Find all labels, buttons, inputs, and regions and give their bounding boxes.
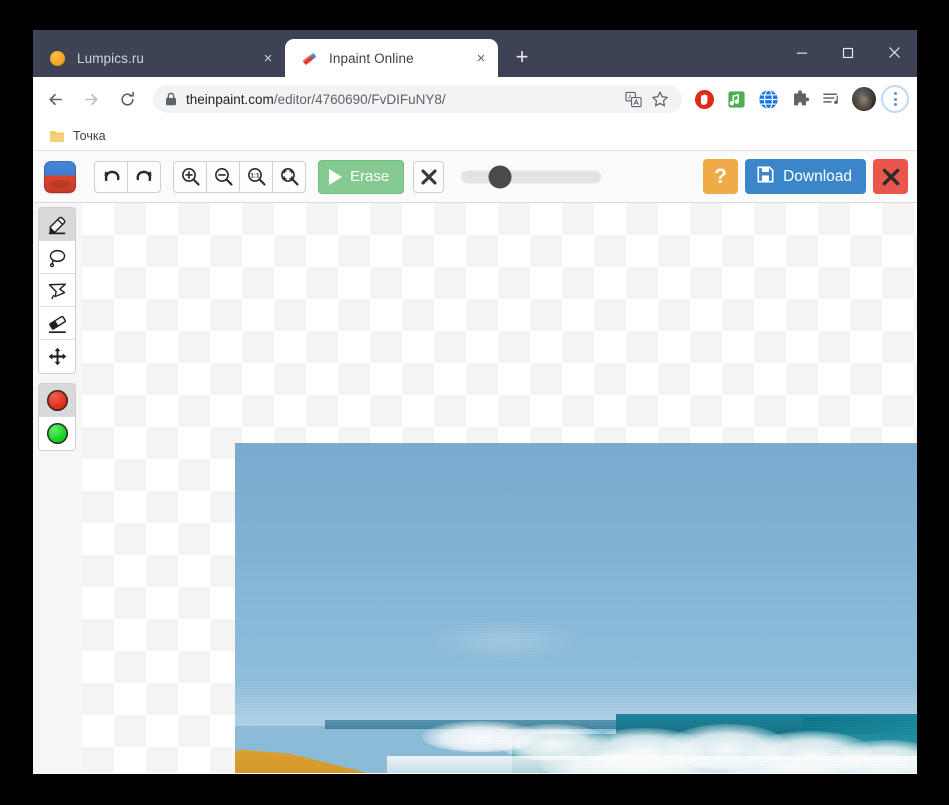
tool-rail xyxy=(38,207,76,460)
move-tool[interactable] xyxy=(39,340,75,373)
url-domain: theinpaint.com xyxy=(186,91,274,107)
bookmark-item-tochka[interactable]: Точка xyxy=(45,124,114,148)
playlist-icon[interactable] xyxy=(818,85,846,113)
zoom-out-button[interactable] xyxy=(206,160,240,193)
tool-group-primary xyxy=(38,207,76,374)
floppy-disk-icon xyxy=(756,165,775,189)
download-label: Download xyxy=(783,167,852,185)
undo-button[interactable] xyxy=(94,160,128,193)
erase-label: Erase xyxy=(350,168,390,185)
inpaint-logo xyxy=(44,160,76,193)
tab-title: Lumpics.ru xyxy=(77,50,145,66)
lasso-tool[interactable] xyxy=(39,241,75,274)
close-editor-button[interactable] xyxy=(873,159,908,194)
bookmark-label: Точка xyxy=(73,128,106,143)
eraser-tool[interactable] xyxy=(39,307,75,340)
cancel-erase-button[interactable] xyxy=(413,160,445,193)
editor-body xyxy=(33,203,917,773)
url-path: /editor/4760690/FvDIFuNY8/ xyxy=(273,91,446,107)
green-swatch[interactable] xyxy=(39,417,75,450)
zoom-button-group: 1:1 xyxy=(173,160,306,193)
url-text: theinpaint.com/editor/4760690/FvDIFuNY8/ xyxy=(186,92,620,107)
download-button[interactable]: Download xyxy=(745,159,866,194)
slider-track xyxy=(461,170,602,183)
erase-button[interactable]: Erase xyxy=(318,159,405,194)
three-dot-menu-icon[interactable] xyxy=(881,85,909,113)
canvas-area[interactable] xyxy=(82,203,917,773)
translate-icon[interactable]: A xyxy=(620,86,646,112)
window-controls xyxy=(779,30,917,75)
music-note-icon[interactable] xyxy=(722,85,750,113)
help-button[interactable]: ? xyxy=(703,159,739,194)
minimize-button[interactable] xyxy=(779,30,825,75)
folder-icon xyxy=(49,129,65,143)
green-circle-icon xyxy=(46,423,68,444)
history-button-group xyxy=(94,160,161,193)
tab-inpaint-online[interactable]: Inpaint Online × xyxy=(285,39,498,77)
tab-title: Inpaint Online xyxy=(329,50,414,66)
eraser-icon xyxy=(301,50,318,67)
avatar[interactable] xyxy=(852,87,876,111)
brush-size-slider[interactable] xyxy=(461,161,602,193)
puzzle-icon[interactable] xyxy=(786,85,814,113)
navigation-bar: theinpaint.com/editor/4760690/FvDIFuNY8/… xyxy=(33,77,917,121)
bookmark-bar: Точка xyxy=(33,121,917,151)
polygon-lasso-tool[interactable] xyxy=(39,274,75,307)
address-bar[interactable]: theinpaint.com/editor/4760690/FvDIFuNY8/… xyxy=(153,85,682,113)
zoom-actual-size-button[interactable]: 1:1 xyxy=(239,160,273,193)
tab-close-button[interactable]: × xyxy=(470,47,492,69)
close-button[interactable] xyxy=(871,30,917,75)
lock-icon xyxy=(165,92,177,106)
photo-grain xyxy=(235,443,917,773)
back-arrow-icon[interactable] xyxy=(39,83,71,115)
tool-group-swatches xyxy=(38,383,76,451)
redo-button[interactable] xyxy=(127,160,161,193)
tab-close-button[interactable]: × xyxy=(257,47,279,69)
zoom-in-button[interactable] xyxy=(173,160,207,193)
app-toolbar: 1:1 Erase ? Download xyxy=(33,151,917,203)
beach-photograph[interactable] xyxy=(235,443,917,773)
red-swatch[interactable] xyxy=(39,384,75,417)
adblock-icon[interactable] xyxy=(690,85,718,113)
reload-icon[interactable] xyxy=(111,83,143,115)
play-triangle-icon xyxy=(329,168,342,185)
tab-lumpics[interactable]: Lumpics.ru × xyxy=(33,39,285,77)
forward-arrow-icon xyxy=(75,83,107,115)
marker-tool[interactable] xyxy=(39,208,75,241)
zoom-fit-button[interactable] xyxy=(272,160,306,193)
tab-strip: Lumpics.ru × Inpaint Online × + xyxy=(33,30,917,77)
red-circle-icon xyxy=(46,389,68,411)
new-tab-button[interactable]: + xyxy=(505,40,539,74)
maximize-button[interactable] xyxy=(825,30,871,75)
browser-window: Lumpics.ru × Inpaint Online × + theinpai… xyxy=(33,30,917,774)
globe-icon[interactable] xyxy=(754,85,782,113)
slider-handle[interactable] xyxy=(488,165,512,188)
orange-circle-icon xyxy=(49,50,66,67)
star-icon[interactable] xyxy=(646,85,674,113)
svg-text:1:1: 1:1 xyxy=(250,173,260,180)
